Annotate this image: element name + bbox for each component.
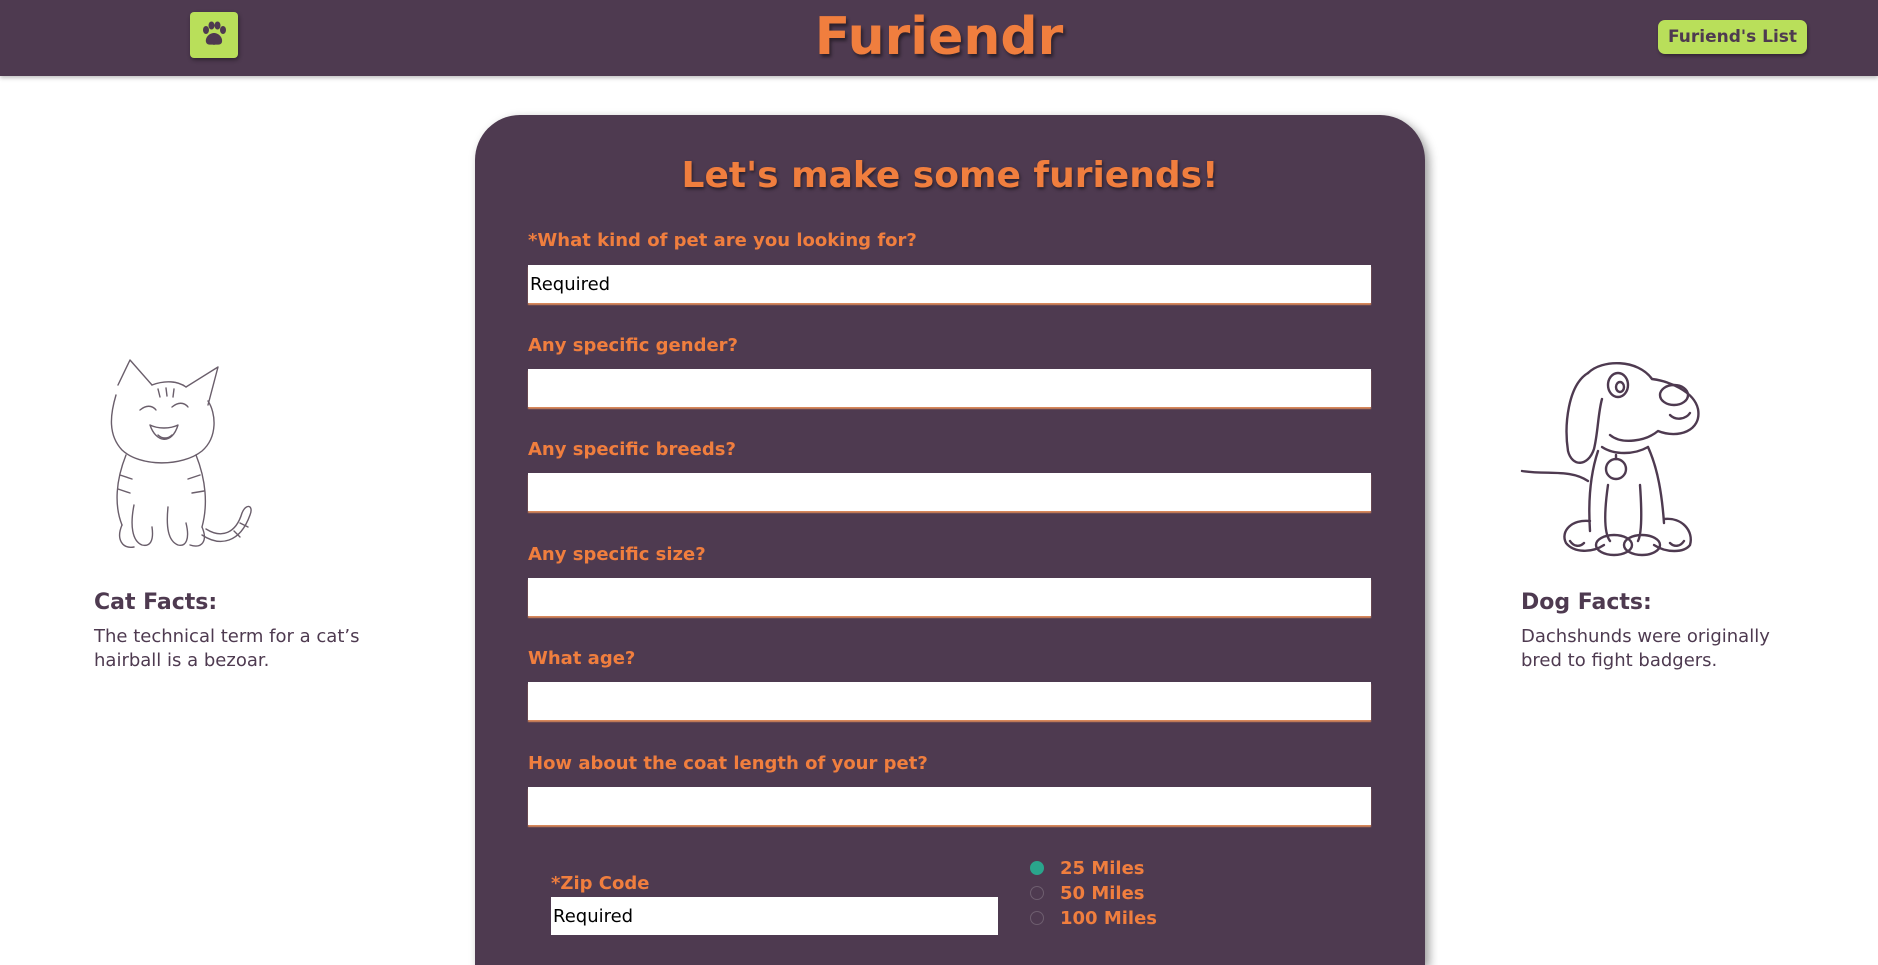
distance-option-label: 25 Miles — [1060, 857, 1145, 879]
dog-facts-title: Dog Facts: — [1521, 590, 1652, 615]
distance-option-25[interactable]: 25 Miles — [1030, 857, 1145, 879]
radio-selected-icon[interactable] — [1030, 861, 1044, 875]
pet-type-label: *What kind of pet are you looking for? — [528, 230, 917, 251]
breeds-label: Any specific breeds? — [528, 439, 736, 460]
distance-option-label: 100 Miles — [1060, 907, 1158, 929]
size-input[interactable] — [528, 578, 1371, 616]
breeds-input[interactable] — [528, 473, 1371, 511]
age-input[interactable] — [528, 682, 1371, 720]
form-title: Let's make some furiends! — [681, 155, 1219, 196]
dog-fact-text: Dachshunds were originally bred to fight… — [1521, 626, 1770, 671]
furiends-list-button[interactable]: Furiend's List — [1658, 20, 1807, 54]
pet-type-input[interactable] — [528, 265, 1371, 303]
zip-code-label: *Zip Code — [551, 873, 650, 894]
cat-facts-title: Cat Facts: — [94, 590, 218, 615]
paw-icon — [203, 21, 226, 45]
brand-title: Furiendr — [814, 7, 1064, 67]
gender-input[interactable] — [528, 369, 1371, 407]
distance-option-50[interactable]: 50 Miles — [1030, 882, 1145, 904]
size-label: Any specific size? — [528, 544, 706, 565]
home-logo-button[interactable] — [190, 12, 238, 58]
radio-unselected-icon[interactable] — [1030, 886, 1044, 900]
coat-length-input[interactable] — [528, 787, 1371, 825]
gender-label: Any specific gender? — [528, 335, 738, 356]
age-label: What age? — [528, 648, 636, 669]
top-navbar: Furiendr Furiend's List — [0, 0, 1878, 76]
coat-length-label: How about the coat length of your pet? — [528, 753, 928, 774]
dog-illustration — [1520, 361, 1700, 557]
distance-option-100[interactable]: 100 Miles — [1030, 907, 1157, 929]
radio-unselected-icon[interactable] — [1030, 911, 1044, 925]
search-form-card: Let's make some furiends! *What kind of … — [475, 115, 1425, 965]
cat-illustration — [110, 359, 252, 548]
cat-fact-text: The technical term for a cat’s hairball … — [94, 626, 360, 671]
distance-option-label: 50 Miles — [1060, 882, 1145, 904]
zip-code-input[interactable] — [551, 897, 998, 935]
